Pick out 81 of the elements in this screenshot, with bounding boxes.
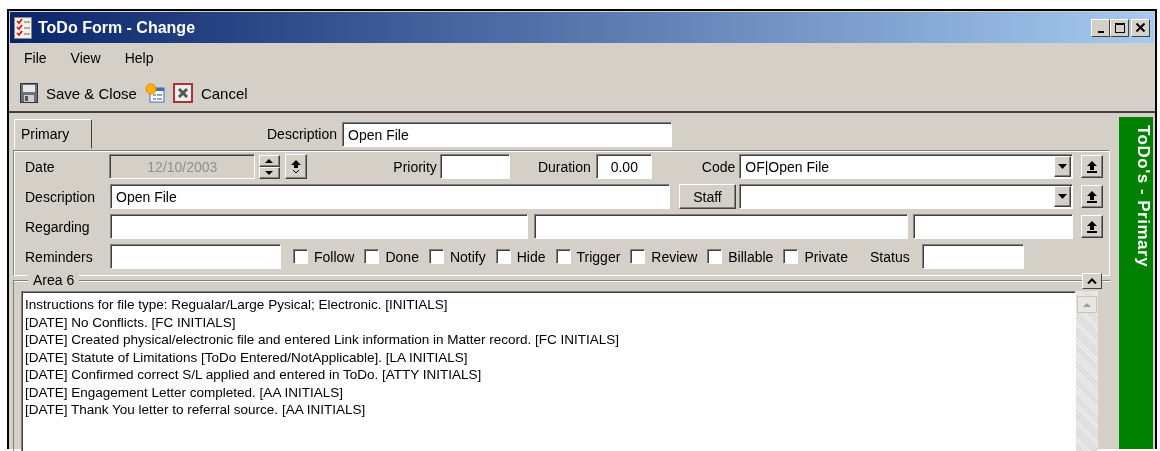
dropdown-button[interactable] — [1054, 186, 1071, 207]
close-icon — [1136, 23, 1145, 32]
up-arrow-icon — [1087, 220, 1097, 233]
cancel-icon — [172, 83, 193, 103]
checkbox[interactable] — [630, 249, 646, 264]
field-label: Code — [701, 158, 736, 175]
collapse-button[interactable] — [1082, 273, 1102, 289]
checkbox-label: Follow — [314, 248, 355, 265]
menu-item[interactable]: Help — [122, 49, 156, 66]
window-title: ToDo Form - Change — [38, 18, 196, 37]
checkbox-label: Hide — [516, 248, 546, 265]
save-button[interactable]: Save & Close — [20, 83, 137, 103]
checkbox[interactable] — [428, 249, 444, 264]
checkbox-label: Billable — [728, 248, 774, 265]
up-arrow-icon — [1087, 190, 1097, 203]
down-arrow-icon — [265, 170, 274, 175]
description-field[interactable]: Open File — [110, 184, 670, 209]
caret-icon — [1087, 278, 1097, 284]
arrow-icon — [290, 159, 301, 174]
date-picker-button[interactable] — [284, 154, 308, 179]
checklist-icon — [14, 16, 32, 39]
description-field[interactable]: Open File — [342, 122, 673, 147]
spin-up-button[interactable] — [258, 154, 280, 167]
note-line: [DATE] No Conflicts. [FC INITIALS] — [25, 313, 236, 331]
checkbox[interactable] — [707, 249, 723, 264]
checkbox-label: Notify — [449, 248, 486, 265]
checkbox-label: Private — [804, 248, 848, 265]
close-button[interactable] — [1131, 18, 1150, 37]
code-field[interactable]: OF|Open File — [739, 154, 1074, 179]
reminders-field[interactable] — [110, 244, 281, 269]
up-arrow-icon — [265, 158, 274, 163]
status-field[interactable] — [921, 244, 1024, 269]
checkbox[interactable] — [364, 249, 380, 264]
staff-button[interactable]: Staff — [679, 184, 736, 209]
checkbox[interactable] — [783, 249, 799, 264]
checkbox-label: Trigger — [576, 248, 621, 265]
minimize-icon — [1097, 30, 1104, 33]
field-label: Date — [25, 158, 56, 175]
up-arrow-icon — [1083, 302, 1091, 307]
side-panel-title: ToDo's - Primary — [1119, 117, 1153, 449]
note-line: Instructions for file type: Regualar/Large Pysical; Electronic. [INITIALS] — [25, 296, 448, 314]
checkbox-label: Review — [651, 248, 698, 265]
new-item-icon[interactable] — [144, 83, 165, 103]
caret-icon — [1058, 194, 1067, 199]
checkbox[interactable] — [495, 249, 511, 264]
checkbox[interactable] — [555, 249, 571, 264]
staff-field[interactable] — [739, 184, 1073, 209]
regarding-field[interactable] — [913, 214, 1073, 239]
maximize-icon — [1114, 22, 1125, 33]
move-up-button[interactable] — [1081, 185, 1103, 208]
cancel-button[interactable]: Cancel — [172, 83, 248, 103]
field-label: Priority — [393, 158, 437, 175]
tab[interactable]: Primary — [14, 119, 92, 149]
group-title: Area 6 — [28, 272, 80, 288]
field-label: Regarding — [25, 218, 91, 235]
note-line: [DATE] Thank You letter to referral source. [AA INITIALS] — [25, 401, 366, 419]
caret-icon — [1058, 164, 1068, 169]
field-label: Description — [267, 126, 338, 142]
dropdown-button[interactable] — [1054, 156, 1072, 177]
maximize-button[interactable] — [1110, 18, 1129, 37]
move-up-button[interactable] — [1081, 155, 1103, 178]
note-line: [DATE] Engagement Letter completed. [AA INITIALS] — [25, 383, 343, 401]
field-label: Duration — [537, 158, 591, 175]
regarding-field[interactable] — [534, 214, 908, 239]
duration-field[interactable]: 0.00 — [595, 154, 652, 179]
regarding-field[interactable] — [110, 214, 528, 239]
checkbox[interactable] — [293, 249, 308, 264]
field-label: Status — [870, 248, 910, 265]
checkbox-label: Done — [385, 248, 419, 265]
priority-field[interactable] — [439, 154, 510, 179]
note-line: [DATE] Statute of Limitations [ToDo Entered/NotApplicable]. [LA INITIALS] — [25, 348, 468, 366]
minimize-button[interactable] — [1091, 18, 1110, 37]
save-icon — [20, 83, 38, 103]
menu-item[interactable]: File — [22, 49, 49, 66]
up-arrow-icon — [1087, 160, 1098, 173]
note-line: [DATE] Created physical/electronic file and entered Link information in Matter record. [FC INITIALS] — [25, 331, 619, 349]
note-line: [DATE] Confirmed correct S/L applied and entered in ToDo. [ATTY INITIALS] — [25, 366, 482, 384]
move-up-button[interactable] — [1081, 215, 1103, 238]
menu-item[interactable]: View — [68, 49, 103, 66]
field-label: Reminders — [25, 248, 94, 265]
field-label: Description — [25, 188, 97, 205]
